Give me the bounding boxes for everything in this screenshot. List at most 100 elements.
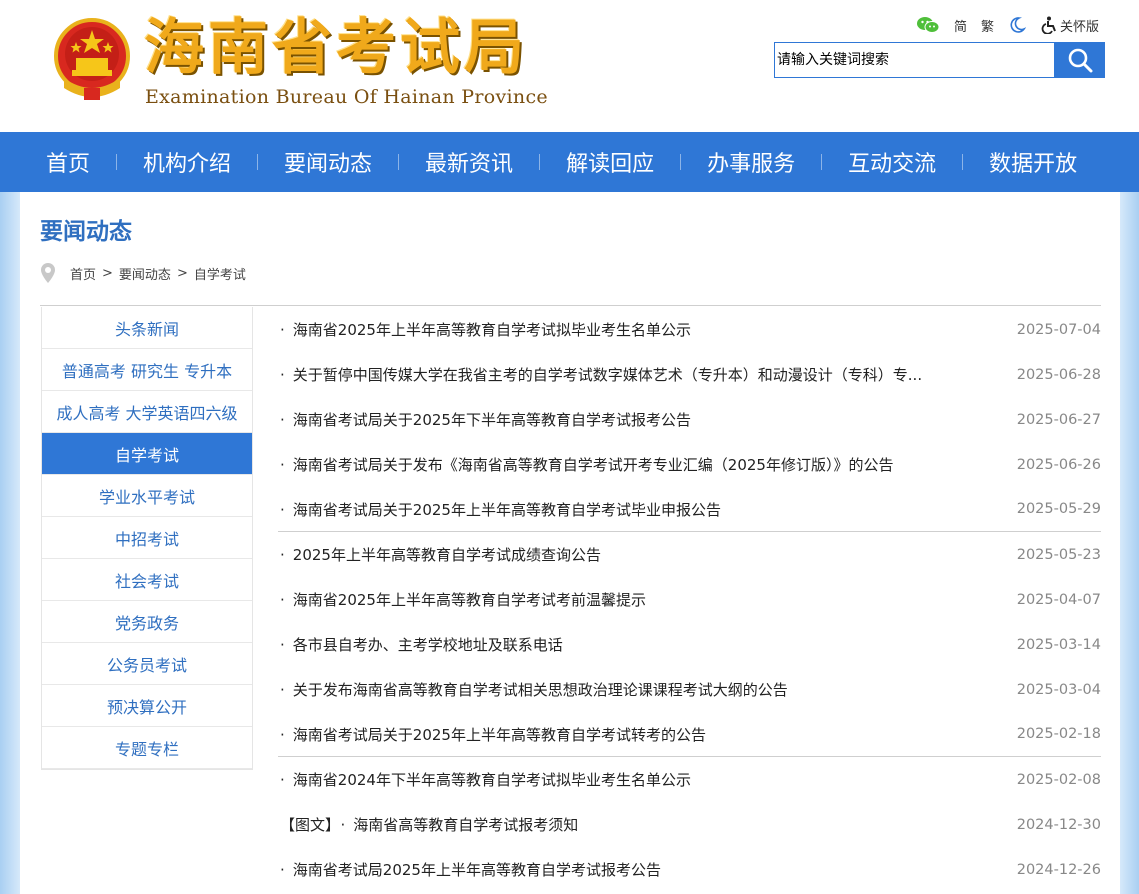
article-title: 海南省考试局关于2025年上半年高等教育自学考试毕业申报公告 [292,500,721,519]
nav-item[interactable]: 首页 [20,132,116,192]
article-link[interactable]: · 海南省考试局2025年上半年高等教育自学考试报考公告 [280,859,661,880]
list-item: · 各市县自考办、主考学校地址及联系电话 2025-03-14 [278,622,1101,667]
list-item: · 海南省2025年上半年高等教育自学考试拟毕业考生名单公示 2025-07-04 [278,307,1101,352]
article-title: 海南省考试局关于2025年下半年高等教育自学考试报考公告 [292,411,691,429]
nav-item[interactable]: 互动交流 [822,132,962,192]
article-link[interactable]: · 关于发布海南省高等教育自学考试相关思想政治理论课课程考试大纲的公告 [280,679,788,700]
breadcrumb-separator: > [102,265,113,281]
divider [40,305,1101,306]
care-mode-label: 关怀版 [1059,19,1099,35]
sidebar-item[interactable]: 普通高考 研究生 专升本 [42,349,252,391]
sidebar-item[interactable]: 头条新闻 [42,307,252,349]
list-item: · 海南省2025年上半年高等教育自学考试考前温馨提示 2025-04-07 [278,577,1101,622]
breadcrumb-separator: > [176,265,188,281]
bullet-icon: · [280,861,285,879]
article-date: 2025-03-14 [1016,636,1101,653]
page-title: 要闻动态 [40,219,132,245]
sidebar-item[interactable]: 预决算公开 [42,685,252,727]
article-date: 2025-06-28 [1016,366,1101,383]
article-title: 海南省2025年上半年高等教育自学考试考前温馨提示 [292,591,646,609]
sidebar-item[interactable]: 自学考试 [42,433,252,475]
sidebar-item[interactable]: 中招考试 [42,517,252,559]
bullet-icon: · [280,411,285,429]
article-date: 2025-02-18 [1016,726,1101,742]
article-link[interactable]: · 海南省考试局关于2025年上半年高等教育自学考试转考的公告 [280,724,706,745]
simplified-chinese-button[interactable]: 简 [954,16,967,35]
sidebar-item[interactable]: 学业水平考试 [42,475,252,517]
breadcrumb: 首页 > 要闻动态 > 自学考试 [40,262,246,284]
article-title: 各市县自考办、主考学校地址及联系电话 [292,636,563,654]
bullet-icon: · [280,725,285,744]
bullet-icon: · [280,681,285,699]
article-date: 2024-12-26 [1016,861,1101,878]
article-title: 海南省考试局2025年上半年高等教育自学考试报考公告 [292,861,661,879]
bullet-icon: · [280,321,285,339]
article-link[interactable]: · 海南省2025年上半年高等教育自学考试考前温馨提示 [280,589,646,610]
nav-item[interactable]: 要闻动态 [258,132,398,192]
bullet-icon: · [280,500,285,519]
article-link[interactable]: · 各市县自考办、主考学校地址及联系电话 [280,634,563,655]
article-link[interactable]: · 2025年上半年高等教育自学考试成绩查询公告 [280,544,601,565]
article-title: 海南省高等教育自学考试报考须知 [353,816,579,834]
nav-item[interactable]: 数据开放 [963,132,1103,192]
site-header: 海南省考试局 Examination Bureau Of Hainan Prov… [0,0,1139,132]
traditional-chinese-button[interactable]: 繁 [981,16,994,35]
search-icon [1068,48,1092,73]
search-input[interactable] [774,42,1054,78]
sidebar-item[interactable]: 公务员考试 [42,643,252,685]
nav-item[interactable]: 办事服务 [681,132,821,192]
article-date: 2025-05-29 [1016,501,1101,517]
sidebar-item[interactable]: 成人高考 大学英语四六级 [42,391,252,433]
nav-item[interactable]: 机构介绍 [117,132,257,192]
article-link[interactable]: · 关于暂停中国传媒大学在我省主考的自学考试数字媒体艺术（专升本）和动漫设计（专科… [280,364,922,385]
article-date: 2024-12-30 [1016,816,1101,833]
sidebar-item[interactable]: 专题专栏 [42,727,252,769]
header-toolbar: 简 繁 关怀版 [916,14,1099,36]
breadcrumb-news[interactable]: 要闻动态 [119,264,171,283]
article-date: 2025-06-27 [1016,411,1101,428]
wechat-button[interactable] [916,16,940,34]
nav-item[interactable]: 解读回应 [540,132,680,192]
bullet-icon: · [340,816,346,834]
breadcrumb-home[interactable]: 首页 [70,264,96,283]
article-title: 海南省考试局关于发布《海南省高等教育自学考试开考专业汇编（2025年修订版）》的… [292,456,894,474]
article-date: 2025-05-23 [1016,546,1101,563]
wechat-icon [916,17,940,33]
sidebar-menu: 头条新闻 普通高考 研究生 专升本 成人高考 大学英语四六级 自学考试 学业水平考试 中招… [41,307,253,770]
article-link[interactable]: · 海南省考试局关于发布《海南省高等教育自学考试开考专业汇编（2025年修订版）》… [280,454,893,475]
article-title: 海南省2024年下半年高等教育自学考试拟毕业考生名单公示 [292,771,691,789]
bullet-icon: · [280,546,285,564]
search-bar [774,42,1105,78]
article-date: 2025-06-26 [1016,456,1101,473]
article-link[interactable]: · 海南省考试局关于2025年上半年高等教育自学考试毕业申报公告 [280,499,721,520]
list-item: · 海南省考试局关于2025年下半年高等教育自学考试报考公告 2025-06-27 [278,397,1101,442]
article-date: 2025-07-04 [1016,321,1101,338]
list-item: · 海南省2024年下半年高等教育自学考试拟毕业考生名单公示 2025-02-08 [278,757,1101,802]
article-link[interactable]: · 海南省考试局关于2025年下半年高等教育自学考试报考公告 [280,409,691,430]
article-title: 关于暂停中国传媒大学在我省主考的自学考试数字媒体艺术（专升本）和动漫设计（专科）… [292,366,923,384]
moon-icon [1010,17,1026,33]
bullet-icon: · [280,456,285,474]
article-list: · 海南省2025年上半年高等教育自学考试拟毕业考生名单公示 2025-07-04 ·… [278,307,1101,892]
care-mode-button[interactable]: 关怀版 [1040,16,1099,35]
dark-mode-button[interactable] [1008,16,1026,34]
bullet-icon: · [280,636,285,654]
article-link[interactable]: · 海南省2025年上半年高等教育自学考试拟毕业考生名单公示 [280,319,691,340]
bullet-icon: · [280,366,285,384]
article-title: 海南省2025年上半年高等教育自学考试拟毕业考生名单公示 [292,321,691,339]
list-item: · 海南省考试局关于发布《海南省高等教育自学考试开考专业汇编（2025年修订版）》… [278,442,1101,487]
article-title: 2025年上半年高等教育自学考试成绩查询公告 [292,546,601,564]
sidebar-item[interactable]: 党务政务 [42,601,252,643]
list-item: · 海南省考试局关于2025年上半年高等教育自学考试转考的公告 2025-02-18 [278,712,1101,757]
article-title: 海南省考试局关于2025年上半年高等教育自学考试转考的公告 [292,725,706,744]
bullet-icon: · [280,591,285,609]
nav-item[interactable]: 最新资讯 [399,132,539,192]
article-link[interactable]: · 海南省2024年下半年高等教育自学考试拟毕业考生名单公示 [280,769,691,790]
article-prefix: 【图文】 [280,816,333,834]
list-item: 【图文】 · 海南省高等教育自学考试报考须知 2024-12-30 [278,802,1101,847]
breadcrumb-current[interactable]: 自学考试 [194,264,246,283]
list-item: · 关于发布海南省高等教育自学考试相关思想政治理论课课程考试大纲的公告 2025-0… [278,667,1101,712]
article-link[interactable]: 【图文】 · 海南省高等教育自学考试报考须知 [280,814,578,835]
sidebar-item[interactable]: 社会考试 [42,559,252,601]
search-button[interactable] [1054,42,1105,78]
